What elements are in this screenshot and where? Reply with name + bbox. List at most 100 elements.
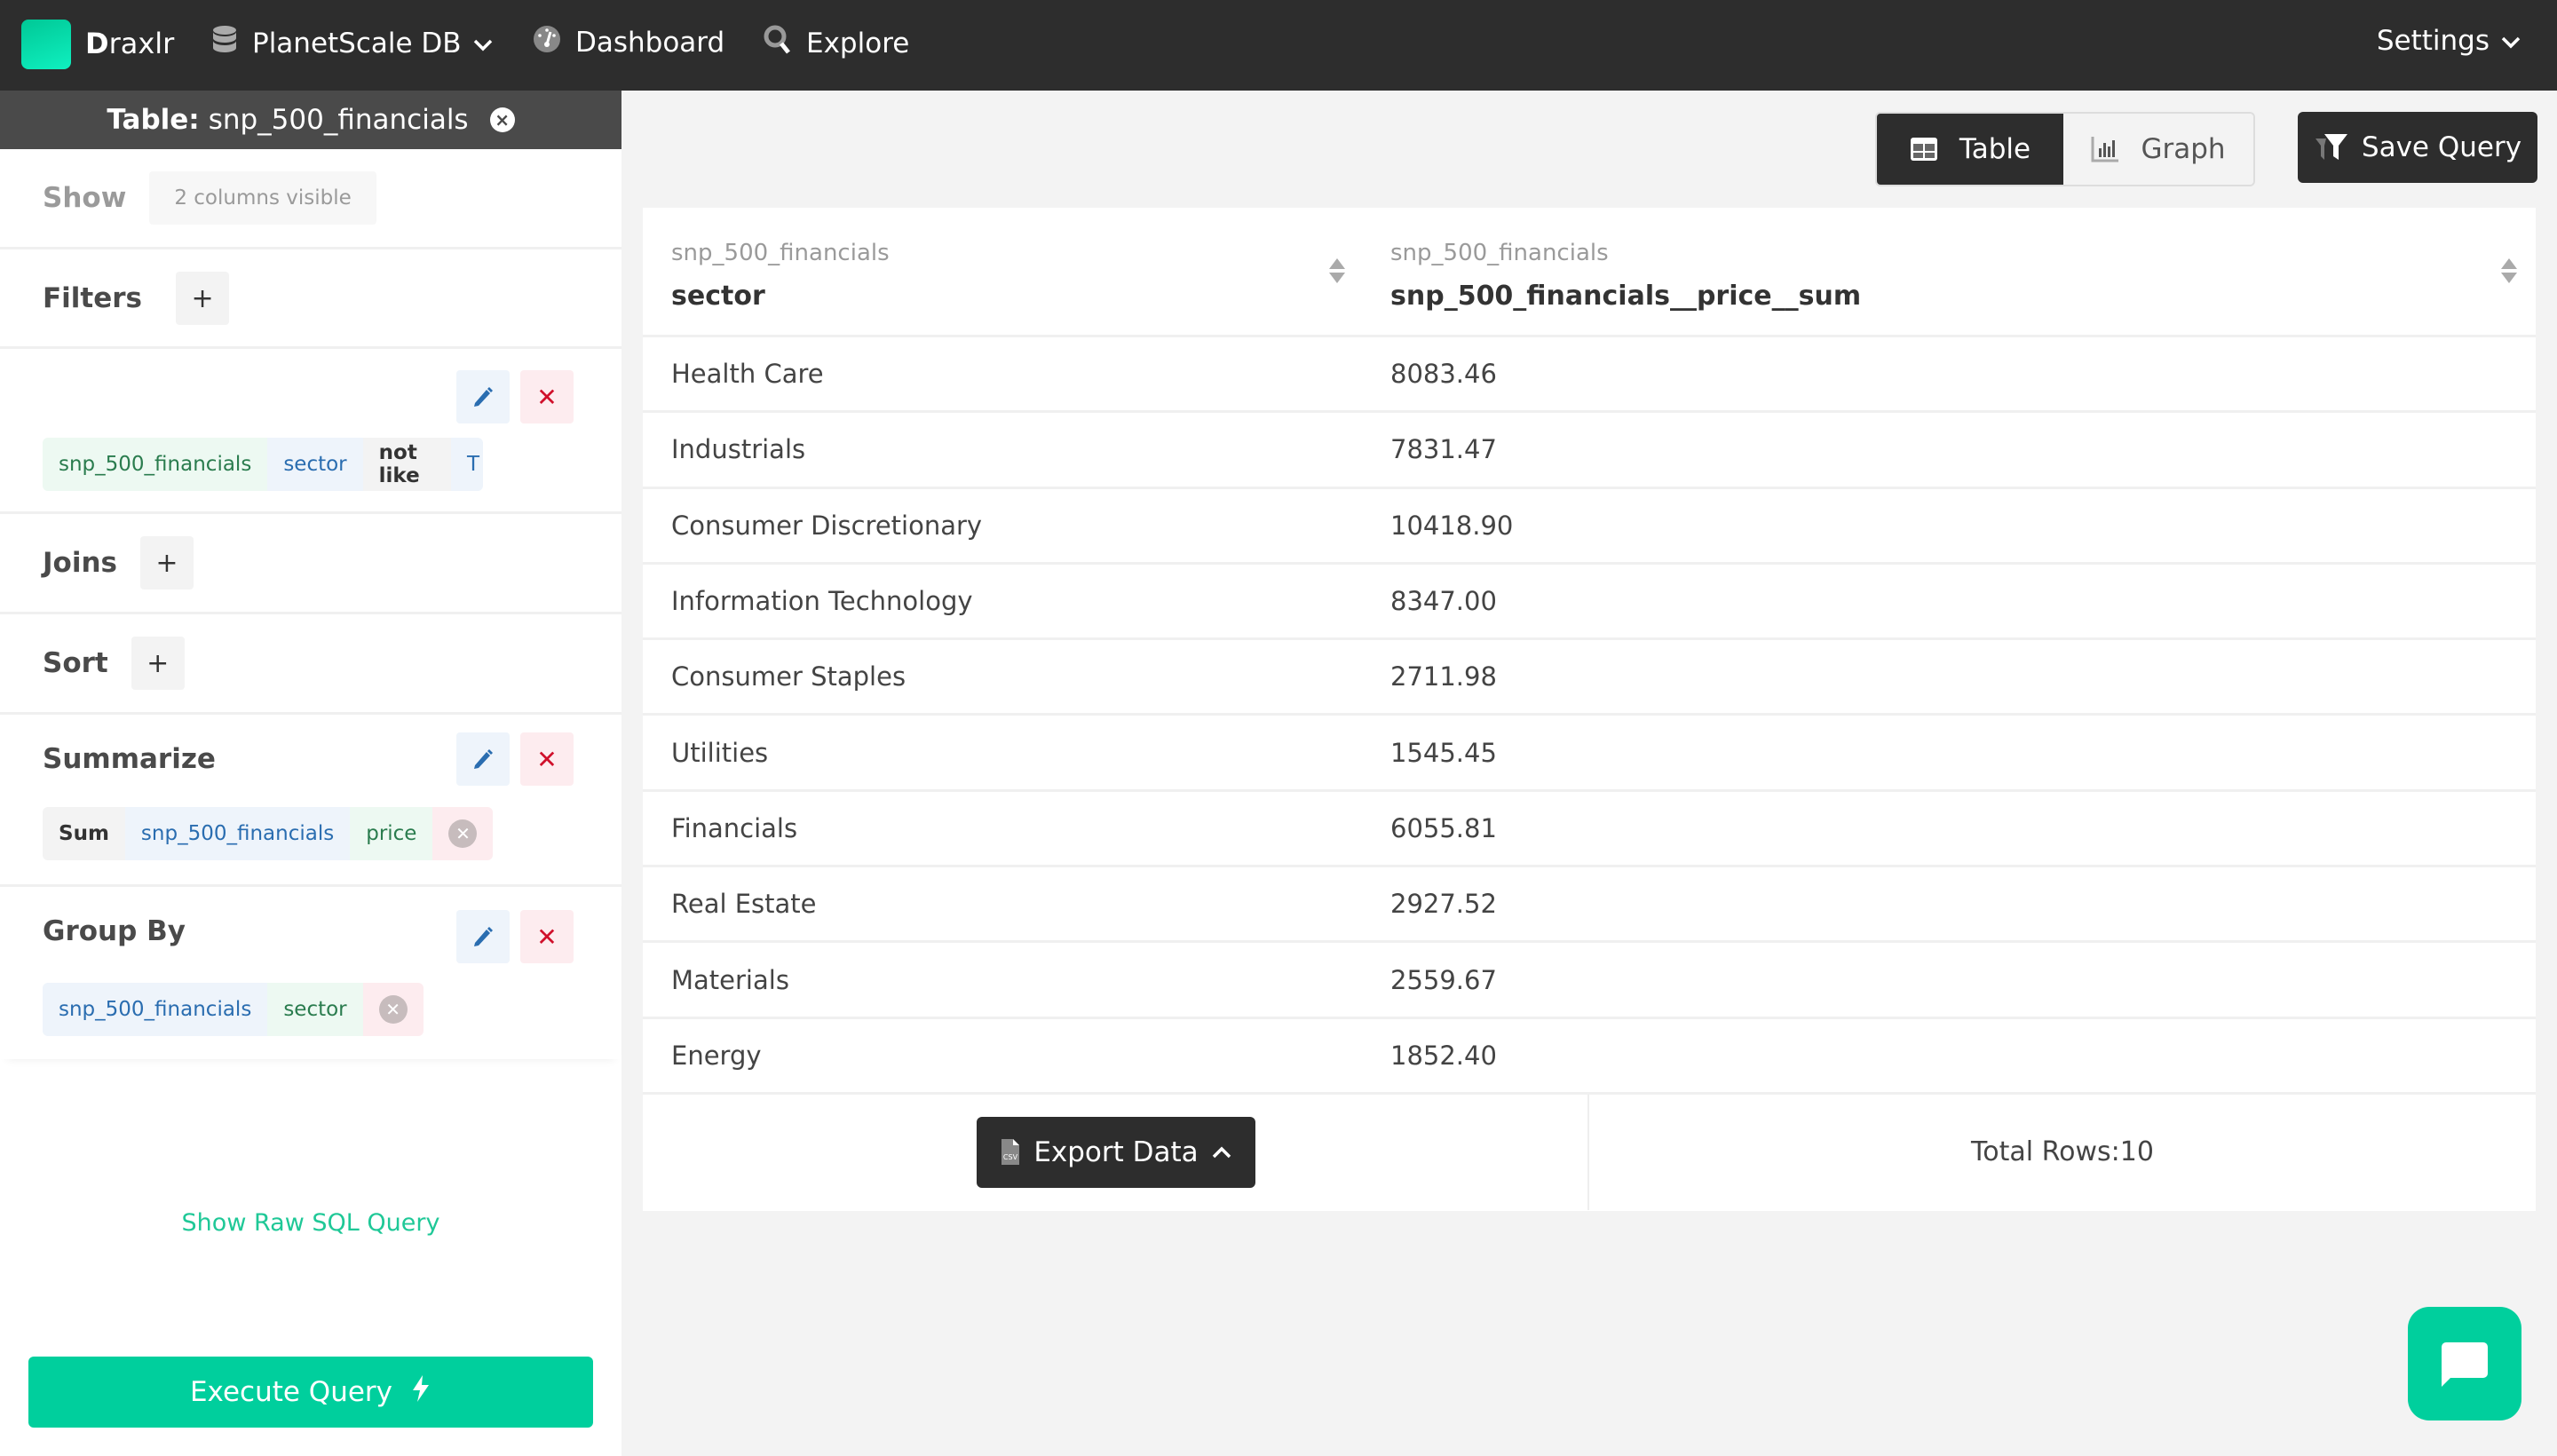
column-name: sector <box>671 281 765 312</box>
group-by-title: Group By <box>43 915 186 947</box>
settings-menu[interactable]: Settings <box>2377 25 2521 57</box>
close-icon: ✕ <box>536 922 558 952</box>
column-header-price-sum[interactable]: snp_500_financials snp_500_financials__p… <box>1362 208 2536 335</box>
show-raw-sql-link[interactable]: Show Raw SQL Query <box>0 1209 621 1237</box>
summarize-column: price <box>350 807 433 860</box>
export-data-label: Export Data <box>1033 1136 1199 1168</box>
filter-condition-chip[interactable]: snp_500_financials sector not like T <box>43 438 483 491</box>
table-name: snp_500_financials <box>208 104 469 136</box>
sort-icon[interactable] <box>2500 257 2518 284</box>
table-row[interactable]: Information Technology 8347.00 <box>643 565 2536 641</box>
nav-dashboard-label: Dashboard <box>575 27 725 59</box>
table-row[interactable]: Consumer Staples 2711.98 <box>643 640 2536 716</box>
add-join-button[interactable]: + <box>139 536 194 590</box>
sector-cell: Real Estate <box>671 889 817 920</box>
delete-group-by-button[interactable]: ✕ <box>520 910 574 963</box>
execute-query-button[interactable]: Execute Query <box>28 1357 593 1428</box>
columns-visible-selector[interactable]: 2 columns visible <box>149 171 376 225</box>
svg-text:CSV: CSV <box>1003 1153 1018 1161</box>
sector-cell: Energy <box>671 1040 762 1071</box>
group-by-table: snp_500_financials <box>43 983 268 1036</box>
price-sum-cell: 10418.90 <box>1390 510 1514 541</box>
edit-group-by-button[interactable] <box>456 910 510 963</box>
table-view-label: Table <box>1959 133 2031 165</box>
price-sum-cell: 1852.40 <box>1390 1040 1497 1071</box>
price-sum-cell: 2559.67 <box>1390 964 1497 995</box>
sector-cell: Industrials <box>671 434 806 465</box>
summarize-table: snp_500_financials <box>124 807 351 860</box>
summarize-title: Summarize <box>43 743 216 775</box>
price-sum-cell: 2711.98 <box>1390 661 1497 692</box>
column-name: snp_500_financials__price__sum <box>1390 281 1862 312</box>
export-data-button[interactable]: CSV Export Data <box>977 1116 1255 1188</box>
joins-section: Joins + <box>0 514 621 614</box>
price-sum-cell: 6055.81 <box>1390 812 1497 843</box>
view-toggle: Table Graph <box>1875 112 2255 186</box>
sector-cell: Materials <box>671 964 789 995</box>
chat-bubble-icon <box>2442 1342 2488 1387</box>
table-row[interactable]: Materials 2559.67 <box>643 943 2536 1019</box>
execute-query-label: Execute Query <box>189 1376 393 1408</box>
table-row[interactable]: Real Estate 2927.52 <box>643 867 2536 944</box>
filter-column: sector <box>267 438 363 491</box>
delete-filter-button[interactable]: ✕ <box>520 370 574 423</box>
price-sum-cell: 2927.52 <box>1390 889 1497 920</box>
table-view-tab[interactable]: Table <box>1877 114 2063 185</box>
pencil-icon <box>474 927 493 946</box>
remove-group-by-button[interactable]: ✕ <box>362 983 424 1036</box>
brand-name[interactable]: Draxlr <box>85 27 174 60</box>
column-header-sector[interactable]: snp_500_financials sector <box>643 208 1362 335</box>
dashboard-gauge-icon <box>533 25 561 60</box>
selected-table-header: Table: snp_500_financials × <box>0 91 621 149</box>
brand-rest: raxlr <box>108 27 175 60</box>
total-rows: Total Rows:10 <box>1971 1136 2154 1168</box>
edit-filter-button[interactable] <box>456 370 510 423</box>
delete-summarize-button[interactable]: ✕ <box>520 732 574 786</box>
bar-chart-icon <box>2091 137 2119 162</box>
summarize-chip[interactable]: Sum snp_500_financials price ✕ <box>43 807 494 860</box>
group-by-chip[interactable]: snp_500_financials sector ✕ <box>43 983 424 1036</box>
sort-icon[interactable] <box>1328 257 1346 284</box>
database-selector[interactable]: PlanetScale DB <box>211 25 494 62</box>
show-title: Show <box>43 182 127 214</box>
chevron-down-icon <box>472 28 494 59</box>
show-section: Show 2 columns visible <box>0 149 621 249</box>
column-table-name: snp_500_financials <box>671 240 890 266</box>
table-icon <box>1910 138 1937 161</box>
price-sum-cell: 8347.00 <box>1390 586 1497 617</box>
sector-cell: Health Care <box>671 359 824 390</box>
close-table-icon[interactable]: × <box>489 107 515 132</box>
draxlr-logo-icon[interactable] <box>21 20 71 69</box>
sector-cell: Information Technology <box>671 586 973 617</box>
search-icon <box>764 25 792 62</box>
price-sum-cell: 7831.47 <box>1390 434 1497 465</box>
chat-support-button[interactable] <box>2408 1307 2521 1420</box>
nav-explore[interactable]: Explore <box>764 25 909 62</box>
sector-cell: Consumer Discretionary <box>671 510 983 541</box>
table-row[interactable]: Financials 6055.81 <box>643 792 2536 868</box>
table-row[interactable]: Utilities 1545.45 <box>643 716 2536 792</box>
nav-dashboard[interactable]: Dashboard <box>533 25 724 60</box>
database-name: PlanetScale DB <box>252 28 462 59</box>
top-nav: Draxlr PlanetScale DB Dashboard Explore … <box>0 0 2557 91</box>
graph-view-tab[interactable]: Graph <box>2063 114 2253 185</box>
joins-title: Joins <box>43 547 117 579</box>
filters-section: Filters + <box>0 249 621 349</box>
table-row[interactable]: Health Care 8083.46 <box>643 337 2536 414</box>
table-row[interactable]: Industrials 7831.47 <box>643 413 2536 489</box>
table-row[interactable]: Consumer Discretionary 10418.90 <box>643 489 2536 565</box>
add-filter-button[interactable]: + <box>176 272 230 325</box>
lightning-bolt-icon <box>410 1374 431 1410</box>
sort-title: Sort <box>43 647 108 679</box>
results-table: snp_500_financials sector snp_500_financ… <box>643 208 2536 1211</box>
chevron-up-icon <box>1212 1146 1231 1159</box>
filter-value: T <box>450 438 483 491</box>
column-table-name: snp_500_financials <box>1390 240 1609 266</box>
save-query-button[interactable]: Save Query <box>2298 112 2537 183</box>
add-sort-button[interactable]: + <box>131 637 185 690</box>
graph-view-label: Graph <box>2141 133 2226 165</box>
nav-explore-label: Explore <box>806 28 910 59</box>
table-row[interactable]: Energy 1852.40 <box>643 1019 2536 1095</box>
edit-summarize-button[interactable] <box>456 732 510 786</box>
remove-summarize-button[interactable]: ✕ <box>432 807 494 860</box>
